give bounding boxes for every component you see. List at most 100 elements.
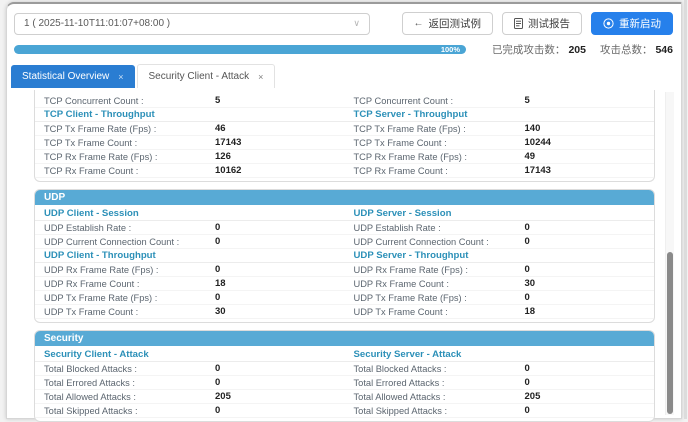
stat-subheader-label: UDP Client - Session: [44, 208, 139, 219]
stat-value: 205: [525, 391, 541, 402]
stat-row: Total Allowed Attacks : 205: [345, 390, 655, 404]
vertical-scrollbar-track[interactable]: [665, 92, 674, 415]
udp-client-column: UDP Client - Session UDP Establish Rate …: [35, 207, 345, 319]
iteration-select[interactable]: 1 ( 2025-11-10T11:01:07+08:00 ) ∨: [14, 13, 370, 35]
stat-row: TCP Tx Frame Count :10244: [345, 136, 655, 150]
stat-value: 0: [215, 292, 220, 303]
stat-row: UDP Rx Frame Count : 30: [345, 277, 655, 291]
stat-row: TCP Rx Frame Count : 17143: [345, 164, 655, 178]
test-report-button[interactable]: 测试报告: [502, 12, 582, 35]
stat-value: 205: [215, 391, 231, 402]
stat-value: 5: [215, 95, 220, 106]
stat-label: TCP Rx Frame Rate (Fps) :: [354, 152, 467, 162]
stat-subheader: UDP Server - Throughput: [345, 249, 655, 263]
tab-statistical-overview[interactable]: Statistical Overview ×: [11, 65, 135, 88]
stat-label: TCP Rx Frame Count :: [354, 166, 448, 176]
tab-bar: Statistical Overview × Security Client -…: [7, 59, 681, 88]
restart-button[interactable]: 重新启动: [591, 12, 673, 35]
stat-label: UDP Rx Frame Rate (Fps) :: [354, 265, 469, 275]
stat-label: UDP Establish Rate :: [354, 223, 441, 233]
stat-value: 126: [215, 151, 231, 162]
stat-label: Total Skipped Attacks :: [354, 406, 448, 416]
stat-value: 17143: [215, 137, 241, 148]
stat-value: 5: [525, 95, 530, 106]
stat-row: UDP Tx Frame Count :30: [35, 305, 345, 319]
iteration-select-value: 1 ( 2025-11-10T11:01:07+08:00 ): [24, 18, 170, 29]
stat-label: TCP Tx Frame Rate (Fps) :: [44, 124, 156, 134]
document-icon: [514, 18, 523, 29]
stat-subheader-label: UDP Server - Throughput: [354, 250, 469, 261]
stat-label: UDP Rx Frame Rate (Fps) :: [44, 265, 159, 275]
stat-value: 0: [215, 405, 220, 416]
stat-label: Total Allowed Attacks :: [44, 392, 136, 402]
stat-label: UDP Tx Frame Count :: [44, 307, 138, 317]
stat-subheader: Security Client - Attack: [35, 348, 345, 362]
stat-value: 30: [525, 278, 536, 289]
stat-subheader-label: UDP Client - Throughput: [44, 250, 156, 261]
stat-subheader-label: Security Server - Attack: [354, 349, 462, 360]
security-client-column: Security Client - Attack Total Blocked A…: [35, 348, 345, 418]
udp-columns: UDP Client - Session UDP Establish Rate …: [35, 205, 654, 322]
completed-attacks-value: 205: [568, 44, 586, 56]
stat-label: UDP Current Connection Count :: [44, 237, 179, 247]
stat-row: TCP Tx Frame Rate (Fps) :140: [345, 122, 655, 136]
stat-value: 0: [525, 363, 530, 374]
stat-row: TCP Concurrent Count : 5: [345, 94, 655, 108]
stat-label: UDP Tx Frame Rate (Fps) :: [44, 293, 157, 303]
stat-row: UDP Establish Rate :0: [35, 221, 345, 235]
security-columns: Security Client - Attack Total Blocked A…: [35, 346, 654, 421]
stat-row: UDP Establish Rate :0: [345, 221, 655, 235]
app-window: 1 ( 2025-11-10T11:01:07+08:00 ) ∨ ← 返回测试…: [6, 2, 682, 419]
stat-label: TCP Concurrent Count :: [354, 96, 454, 106]
stats-content: TCP Concurrent Count : 5 TCP Client - Thr…: [7, 88, 681, 422]
close-icon[interactable]: ×: [258, 72, 263, 82]
stat-subheader-label: TCP Client - Throughput: [44, 109, 155, 120]
stat-label: UDP Tx Frame Rate (Fps) :: [354, 293, 467, 303]
total-attacks: 攻击总数：546: [600, 42, 673, 57]
vertical-scrollbar-thumb[interactable]: [667, 252, 673, 414]
stat-label: UDP Rx Frame Count :: [354, 279, 449, 289]
stat-value: 17143: [525, 165, 551, 176]
stat-label: UDP Establish Rate :: [44, 223, 131, 233]
stat-row: UDP Tx Frame Rate (Fps) : 0: [35, 291, 345, 305]
stat-row: Total Blocked Attacks :0: [35, 362, 345, 376]
security-section-title: Security: [35, 331, 654, 346]
stat-row: UDP Rx Frame Count :18: [35, 277, 345, 291]
stat-row: Total Skipped Attacks :0: [35, 404, 345, 418]
stat-value: 0: [215, 377, 220, 388]
stat-value: 0: [525, 292, 530, 303]
stat-subheader: UDP Client - Session: [35, 207, 345, 221]
stat-value: 0: [215, 236, 220, 247]
udp-server-column: UDP Server - Session UDP Establish Rate …: [345, 207, 655, 319]
stat-value: 18: [215, 278, 226, 289]
stat-row: TCP Tx Frame Rate (Fps) :46: [35, 122, 345, 136]
stat-value: 49: [525, 151, 536, 162]
stat-value: 0: [525, 236, 530, 247]
stat-row: TCP Rx Frame Count :10162: [35, 164, 345, 178]
tcp-columns: TCP Concurrent Count : 5 TCP Client - Thr…: [35, 92, 654, 181]
stat-label: UDP Current Connection Count :: [354, 237, 489, 247]
close-icon[interactable]: ×: [118, 72, 123, 82]
stat-row: UDP Rx Frame Rate (Fps) :0: [35, 263, 345, 277]
restart-button-label: 重新启动: [619, 16, 661, 31]
back-to-testcase-button[interactable]: ← 返回测试例: [402, 12, 494, 35]
stat-subheader: Security Server - Attack: [345, 348, 655, 362]
stat-row: Total Errored Attacks :0: [345, 376, 655, 390]
tab-label: Security Client - Attack: [149, 71, 250, 82]
progress-percent: 100%: [441, 45, 460, 54]
tcp-section: TCP Concurrent Count : 5 TCP Client - Thr…: [34, 90, 655, 182]
completed-attacks: 已完成攻击数：205: [492, 42, 586, 57]
toolbar: 1 ( 2025-11-10T11:01:07+08:00 ) ∨ ← 返回测试…: [7, 4, 681, 38]
tab-label: Statistical Overview: [22, 71, 109, 82]
progress-row: 100% 已完成攻击数：205 攻击总数：546: [7, 38, 681, 59]
stat-row: Total Allowed Attacks : 205: [35, 390, 345, 404]
progress-bar: 100%: [14, 45, 466, 54]
stat-value: 0: [525, 264, 530, 275]
stat-subheader: TCP Server - Throughput: [345, 108, 655, 122]
stat-value: 10244: [525, 137, 551, 148]
report-button-label: 测试报告: [528, 16, 570, 31]
back-arrow-icon: ←: [414, 19, 424, 29]
stat-value: 0: [215, 363, 220, 374]
stat-label: Total Allowed Attacks :: [354, 392, 446, 402]
tab-security-client-attack[interactable]: Security Client - Attack ×: [137, 64, 276, 88]
